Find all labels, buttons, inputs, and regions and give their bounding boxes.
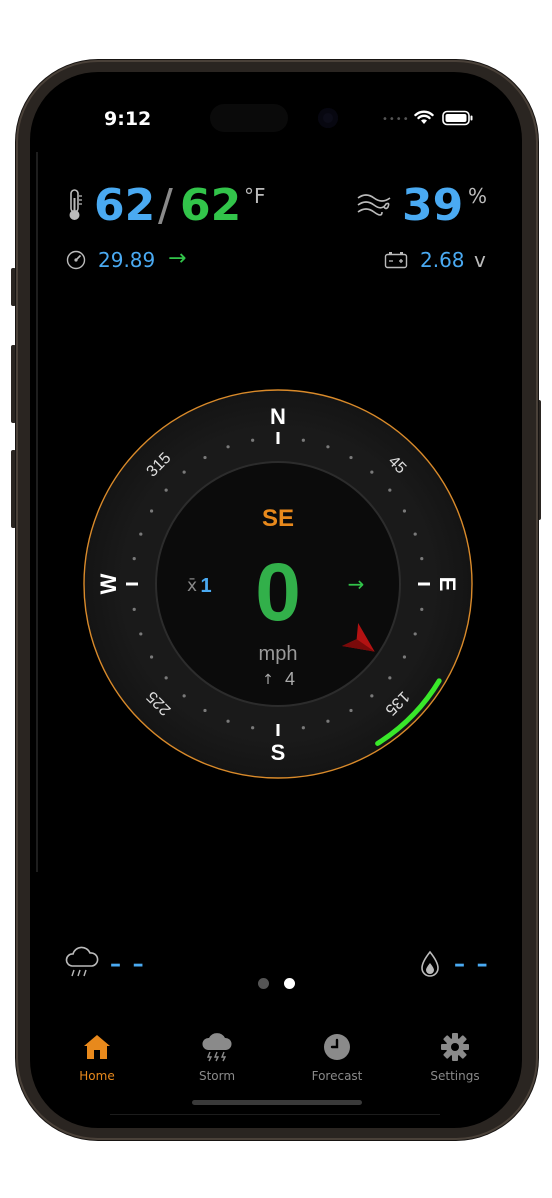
temperature-feels-like: 62 (180, 180, 242, 231)
minor-tick (370, 694, 374, 698)
scroll-edge (36, 152, 38, 872)
gust-arrow: ↑ (262, 672, 274, 688)
tab-forecast-label: Forecast (311, 1069, 363, 1083)
minor-tick (203, 708, 207, 713)
minor-tick (402, 509, 407, 513)
minor-tick (413, 632, 417, 636)
tab-bar-divider (110, 1114, 440, 1115)
wind-compass: N S E W 45 135 225 315 SE 0 mph ↑ 4 x̄ 1… (83, 389, 473, 779)
minor-tick (164, 676, 168, 680)
tab-storm-label: Storm (198, 1069, 236, 1083)
minor-tick (226, 719, 230, 723)
rain-value: – – (110, 952, 146, 977)
minor-tick (349, 708, 353, 713)
average-value: 1 (200, 575, 211, 597)
rain-cloud-icon (65, 946, 99, 977)
wifi-icon (414, 110, 434, 124)
minor-tick (301, 726, 305, 730)
humidity-wind-icon (357, 194, 391, 216)
wind-speed: 0 (255, 547, 301, 638)
minor-tick (413, 532, 417, 536)
signal-icon: •••• (382, 114, 410, 125)
minor-tick (139, 532, 143, 536)
storm-cloud-icon (202, 1033, 232, 1062)
minor-tick (139, 632, 143, 636)
cardinal-s: S (271, 740, 286, 765)
pressure-value: 29.89 (98, 248, 156, 272)
cardinal-e: E (435, 577, 460, 592)
pressure-trend-arrow: → (168, 246, 187, 271)
minor-tick (402, 655, 407, 659)
minor-tick (326, 719, 330, 723)
minor-tick (326, 445, 330, 449)
page-dot-1[interactable] (258, 978, 269, 989)
minor-tick (132, 557, 136, 561)
minor-tick (349, 455, 353, 460)
speed-trend-arrow: → (348, 572, 365, 596)
dew-drop-icon (421, 950, 439, 977)
minor-tick (420, 607, 424, 611)
page-dot-2[interactable] (284, 978, 295, 989)
minor-tick (182, 470, 186, 474)
minor-tick (149, 509, 154, 513)
temperature-unit: °F (244, 184, 266, 208)
minor-tick (251, 726, 255, 730)
status-time: 9:12 (104, 108, 152, 130)
minor-tick (388, 676, 392, 680)
front-camera (318, 108, 338, 128)
minor-tick (226, 445, 230, 449)
minor-tick (203, 455, 207, 460)
home-indicator[interactable] (192, 1100, 362, 1105)
speed-unit: mph (259, 643, 298, 665)
average-label: x̄ (187, 576, 197, 596)
house-icon (84, 1035, 110, 1059)
clock-icon (324, 1034, 350, 1060)
battery-unit: v (474, 248, 486, 272)
tab-settings[interactable]: Settings (410, 1032, 500, 1083)
tab-settings-label: Settings (430, 1069, 480, 1083)
tab-home[interactable]: Home (52, 1032, 142, 1083)
thermometer-icon (69, 189, 82, 220)
dynamic-island (210, 104, 288, 132)
minor-tick (164, 488, 168, 492)
minor-tick (251, 438, 255, 442)
minor-tick (388, 488, 392, 492)
temperature-separator: / (158, 180, 173, 231)
battery-icon (384, 252, 408, 269)
battery-voltage: 2.68 (420, 248, 465, 272)
cardinal-n: N (270, 404, 286, 429)
battery-status-icon (442, 110, 473, 126)
tab-forecast[interactable]: Forecast (292, 1032, 382, 1083)
app-screen: 9:12 •••• 62 / 62 °F 39 % 29.89 → 2.68 v… (30, 72, 522, 1128)
humidity-unit: % (468, 184, 488, 208)
minor-tick (149, 655, 154, 659)
barometer-icon (66, 250, 86, 270)
tab-home-label: Home (79, 1069, 115, 1083)
minor-tick (182, 694, 186, 698)
dew-value: – – (454, 952, 490, 977)
minor-tick (301, 438, 305, 442)
minor-tick (420, 557, 424, 561)
gear-icon (441, 1033, 469, 1061)
gust-value: 4 (285, 669, 295, 689)
humidity-value: 39 (402, 180, 464, 231)
wind-direction: SE (262, 505, 294, 532)
minor-tick (370, 470, 374, 474)
minor-tick (132, 607, 136, 611)
cardinal-w: W (96, 573, 121, 594)
tab-storm[interactable]: Storm (172, 1032, 262, 1083)
temperature-actual: 62 (94, 180, 156, 231)
